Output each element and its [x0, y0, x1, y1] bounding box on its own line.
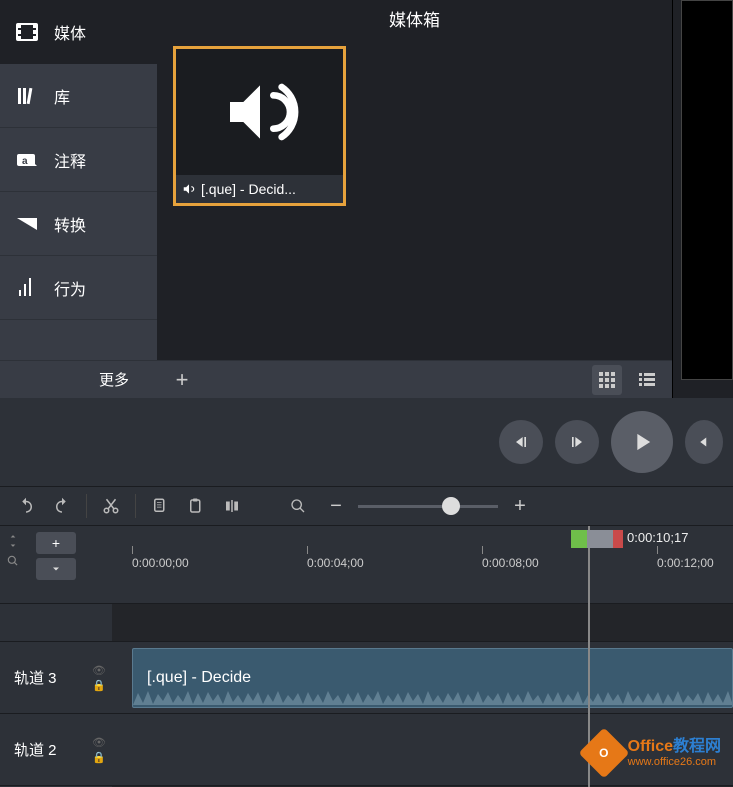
- watermark: O Office教程网 www.office26.com: [586, 735, 721, 771]
- zoom-out-button[interactable]: −: [326, 495, 346, 518]
- sidebar-item-media[interactable]: 媒体: [0, 0, 157, 64]
- sidebar-item-label: 库: [54, 84, 70, 108]
- sidebar-item-behavior[interactable]: 行为: [0, 256, 157, 320]
- next-frame-button[interactable]: [555, 420, 599, 464]
- media-bin: 媒体箱 [.que] - Decid... +: [157, 0, 672, 398]
- audio-clip[interactable]: [.que] - Decide: [132, 648, 733, 708]
- undo-button[interactable]: [10, 490, 42, 522]
- timeline-ruler[interactable]: 0:00:10;17 0:00:00;00 0:00:04;00 0:00:08…: [112, 526, 733, 604]
- track-collapse-button[interactable]: [36, 558, 76, 580]
- add-media-button[interactable]: +: [167, 365, 197, 395]
- sidebar-item-label: 媒体: [54, 20, 86, 44]
- transition-icon: [14, 211, 40, 237]
- track-header-2[interactable]: 轨道 2 👁 🔒: [0, 714, 112, 786]
- sidebar: 媒体 库 a 注释 转换 行为 更多: [0, 0, 157, 398]
- track-row-3[interactable]: [.que] - Decide: [112, 642, 733, 714]
- redo-button[interactable]: [46, 490, 78, 522]
- behavior-icon: [14, 275, 40, 301]
- preview-canvas: [681, 0, 733, 380]
- library-icon: [14, 83, 40, 109]
- sidebar-item-library[interactable]: 库: [0, 64, 157, 128]
- ruler-tick: 0:00:12;00: [657, 556, 714, 570]
- prev-edit-button[interactable]: [685, 420, 723, 464]
- waveform-icon: [133, 689, 733, 705]
- eye-icon[interactable]: 👁: [92, 664, 106, 677]
- speaker-icon: [220, 72, 300, 152]
- preview-panel: [672, 0, 733, 398]
- annotation-icon: a: [14, 147, 40, 173]
- ruler-tick: 0:00:08;00: [482, 556, 539, 570]
- sidebar-more-button[interactable]: 更多: [0, 360, 157, 398]
- sidebar-item-label: 注释: [54, 148, 86, 172]
- play-button[interactable]: [611, 411, 673, 473]
- sidebar-item-annotation[interactable]: a 注释: [0, 128, 157, 192]
- copy-button[interactable]: [144, 490, 176, 522]
- playhead-marker[interactable]: [571, 530, 623, 550]
- watermark-title-a: Office: [628, 738, 673, 755]
- track-label: 轨道 3: [14, 667, 57, 688]
- list-view-button[interactable]: [632, 365, 662, 395]
- zoom-search-icon[interactable]: [282, 490, 314, 522]
- watermark-logo-icon: O: [578, 728, 629, 779]
- track-spacer: [112, 604, 733, 642]
- sidebar-item-label: 转换: [54, 212, 86, 236]
- prev-frame-button[interactable]: [499, 420, 543, 464]
- watermark-url: www.office26.com: [628, 756, 721, 769]
- sidebar-item-transition[interactable]: 转换: [0, 192, 157, 256]
- lock-icon[interactable]: 🔒: [92, 751, 106, 764]
- media-item-name: [.que] - Decid...: [201, 181, 296, 197]
- media-icon: [14, 19, 40, 45]
- eye-icon[interactable]: 👁: [92, 736, 106, 749]
- media-thumbnail: [176, 49, 343, 175]
- search-small-icon: [6, 554, 20, 568]
- split-button[interactable]: [216, 490, 248, 522]
- zoom-slider-thumb[interactable]: [442, 497, 460, 515]
- track-add-button[interactable]: +: [36, 532, 76, 554]
- grid-view-button[interactable]: [592, 365, 622, 395]
- cut-button[interactable]: [95, 490, 127, 522]
- track-label: 轨道 2: [14, 739, 57, 760]
- more-label: 更多: [99, 369, 129, 390]
- svg-text:a: a: [22, 156, 28, 167]
- lock-icon[interactable]: 🔒: [92, 679, 106, 692]
- clip-label: [.que] - Decide: [147, 669, 251, 687]
- speaker-small-icon: [182, 182, 196, 196]
- watermark-title-b: 教程网: [673, 738, 721, 755]
- track-header-3[interactable]: 轨道 3 👁 🔒: [0, 642, 112, 714]
- timeline-toolbar: − +: [0, 486, 733, 526]
- bin-title: 媒体箱: [157, 0, 672, 36]
- media-item[interactable]: [.que] - Decid...: [173, 46, 346, 206]
- zoom-in-button[interactable]: +: [510, 495, 530, 518]
- paste-button[interactable]: [180, 490, 212, 522]
- ruler-tick: 0:00:04;00: [307, 556, 364, 570]
- vertical-drag-icon: [6, 534, 20, 548]
- ruler-tick: 0:00:00;00: [132, 556, 189, 570]
- playhead-time: 0:00:10;17: [627, 530, 688, 545]
- playback-controls: [0, 398, 733, 486]
- zoom-slider[interactable]: [358, 505, 498, 508]
- sidebar-item-label: 行为: [54, 276, 86, 300]
